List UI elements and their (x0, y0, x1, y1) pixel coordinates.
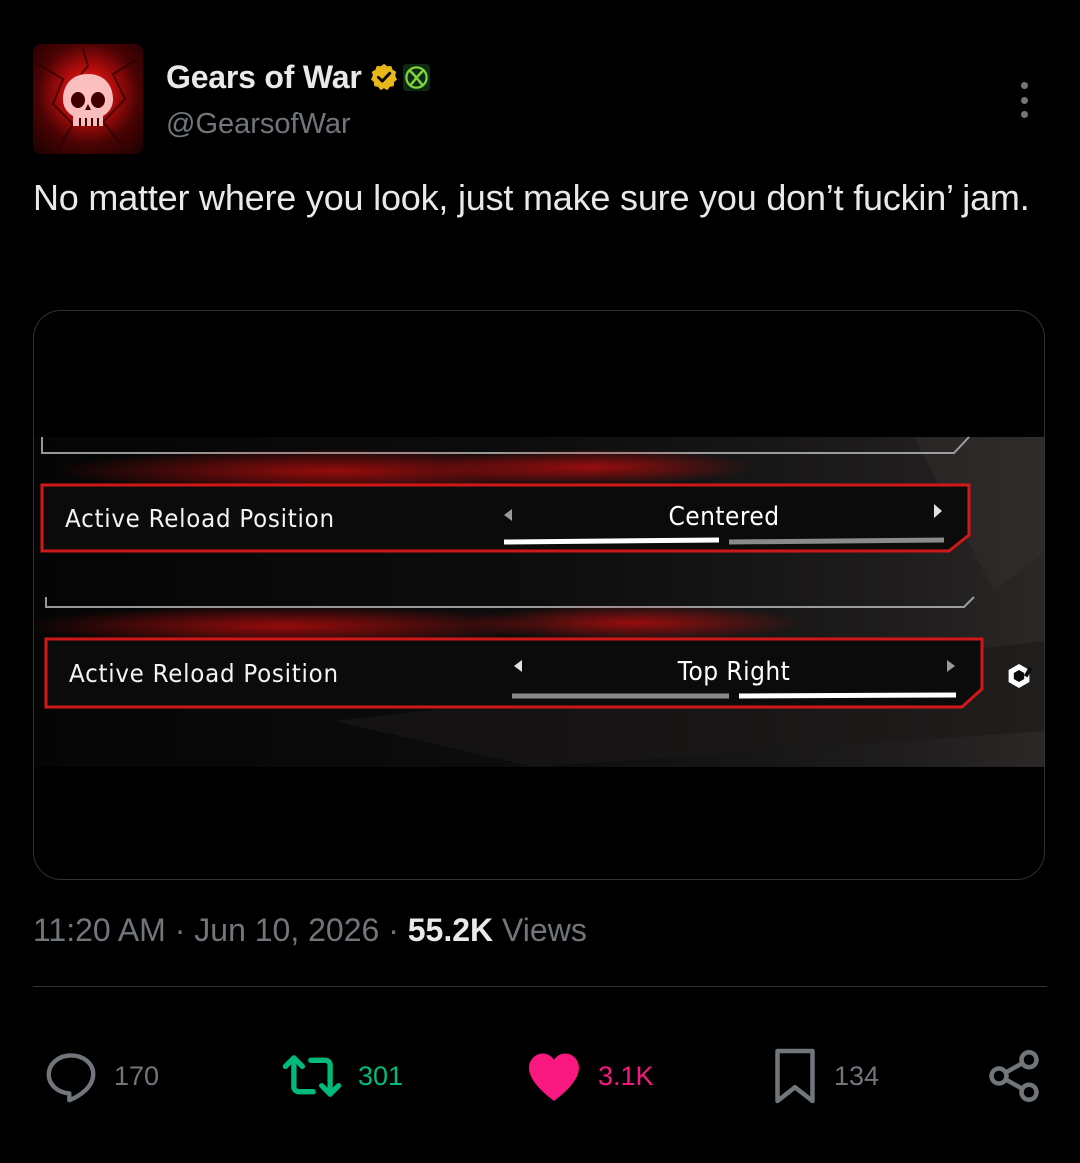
setting-value-1: Centered (668, 502, 780, 532)
avatar[interactable] (33, 44, 143, 154)
more-options-icon[interactable] (1010, 80, 1038, 120)
bookmark-button[interactable]: 134 (770, 1044, 879, 1108)
author-name-row[interactable]: Gears of War (166, 56, 430, 98)
share-button[interactable] (984, 1044, 1044, 1108)
setting-label-2: Active Reload Position (69, 659, 339, 688)
tweet-text: No matter where you look, just make sure… (33, 177, 1030, 218)
views-label: Views (502, 912, 587, 948)
divider (33, 986, 1047, 987)
bookmark-count: 134 (834, 1060, 880, 1091)
meta-separator-2: · (388, 912, 399, 948)
xbox-icon (402, 63, 430, 91)
verified-badge-icon[interactable] (369, 62, 399, 92)
meta-separator: · (174, 912, 186, 948)
author-handle[interactable]: @GearsofWar (166, 108, 351, 141)
share-icon (989, 1050, 1039, 1102)
tweet-date[interactable]: Jun 10, 2026 (194, 912, 379, 948)
repost-count: 301 (358, 1060, 404, 1091)
reply-icon (46, 1053, 96, 1103)
reply-count: 170 (114, 1060, 160, 1091)
like-button[interactable]: 3.1K (524, 1044, 654, 1108)
reply-button[interactable]: 170 (42, 1044, 159, 1108)
setting-value-2: Top Right (677, 657, 791, 687)
game-settings-artwork (34, 436, 1044, 767)
views-count: 55.2K (407, 912, 494, 948)
bookmark-icon (775, 1048, 815, 1104)
repost-icon (282, 1055, 342, 1097)
repost-button[interactable]: 301 (280, 1044, 403, 1108)
tweet-meta: 11:20 AM · Jun 10, 2026 · 55.2K Views (33, 912, 587, 949)
like-count: 3.1K (598, 1060, 654, 1091)
skull-omen-icon (37, 48, 139, 150)
setting-label-1: Active Reload Position (65, 504, 335, 533)
heart-icon (529, 1053, 579, 1101)
tweet-time[interactable]: 11:20 AM (33, 912, 166, 948)
media-image[interactable]: Active Reload Position Centered Active R… (33, 310, 1045, 880)
display-name[interactable]: Gears of War (166, 59, 362, 96)
